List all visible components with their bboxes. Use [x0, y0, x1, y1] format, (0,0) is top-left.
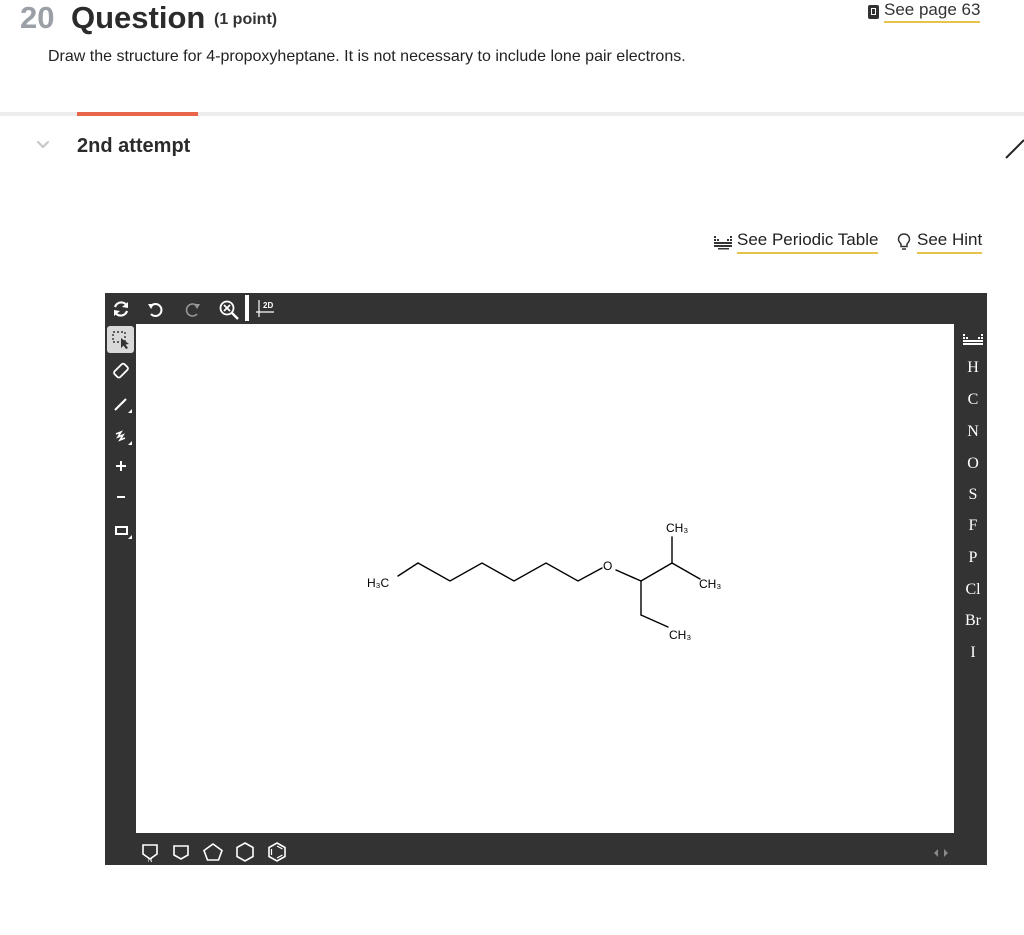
zoom-icon[interactable]	[217, 298, 243, 322]
2d-clean-icon[interactable]: 2D	[254, 297, 278, 321]
lightbulb-icon	[897, 233, 911, 250]
charge-minus-icon[interactable]	[107, 485, 134, 509]
scroll-arrows-icon[interactable]	[930, 845, 952, 861]
heptyl-chain	[417, 562, 603, 582]
undo-icon[interactable]	[144, 298, 166, 320]
bond-icon[interactable]	[107, 390, 134, 417]
select-icon[interactable]	[107, 326, 134, 353]
benzene-ring-icon[interactable]	[265, 841, 289, 863]
book-icon	[868, 4, 879, 19]
chevron-down-icon[interactable]	[36, 138, 50, 152]
element-h-button[interactable]: H	[958, 359, 988, 377]
see-hint-label: See Hint	[917, 230, 983, 254]
element-i-button[interactable]: I	[958, 644, 988, 662]
eraser-icon[interactable]	[107, 358, 134, 385]
template-icon[interactable]: N	[139, 841, 161, 863]
bond	[671, 562, 701, 580]
see-periodic-table-label: See Periodic Table	[737, 230, 879, 254]
rotate-icon[interactable]	[109, 297, 133, 321]
bracket-icon[interactable]	[107, 516, 134, 543]
element-p-button[interactable]: P	[958, 549, 988, 567]
question-points: (1 point)	[214, 11, 278, 28]
charge-plus-icon[interactable]	[107, 454, 134, 478]
hexagon-ring-icon[interactable]	[233, 841, 257, 863]
question-number: 20	[20, 0, 55, 35]
element-cl-button[interactable]: Cl	[958, 581, 988, 599]
toolbar-separator	[245, 295, 249, 321]
question-prompt: Draw the structure for 4-propoxyheptane.…	[48, 48, 686, 65]
svg-text:N: N	[148, 858, 152, 862]
see-page-label: See page 63	[884, 0, 981, 23]
bond	[397, 562, 419, 577]
ch3-right-label: CH₃	[699, 577, 721, 591]
attempt-label: 2nd attempt	[77, 135, 191, 157]
element-f-button[interactable]: F	[958, 517, 988, 535]
ch3-bottom-label: CH₃	[669, 628, 691, 642]
bond	[640, 562, 673, 582]
redo-icon[interactable]	[182, 298, 204, 320]
chain-icon[interactable]	[107, 422, 134, 449]
molecule-structure[interactable]: H₃C O CH₃ CH₃ CH₃	[136, 324, 954, 833]
periodic-table-icon[interactable]	[960, 330, 986, 348]
see-periodic-table-link[interactable]: See Periodic Table	[714, 230, 879, 254]
cyclopentane-ring-icon[interactable]	[170, 841, 192, 863]
pencil-icon[interactable]	[1004, 136, 1024, 160]
periodic-table-icon	[714, 236, 732, 250]
element-o-button[interactable]: O	[958, 455, 988, 473]
attempt-divider-accent	[77, 112, 198, 116]
see-page-link[interactable]: See page 63	[868, 0, 981, 23]
h3c-label: H₃C	[367, 576, 390, 590]
bond	[615, 569, 642, 582]
pentagon-ring-icon[interactable]	[201, 841, 225, 863]
question-title: Question	[71, 0, 206, 35]
2d-badge: 2D	[263, 301, 273, 310]
ch3-top-label: CH₃	[666, 521, 688, 535]
oxygen-label: O	[603, 559, 612, 573]
element-n-button[interactable]: N	[958, 423, 988, 441]
bond	[640, 614, 669, 628]
element-c-button[interactable]: C	[958, 391, 988, 409]
element-br-button[interactable]: Br	[958, 612, 988, 630]
element-s-button[interactable]: S	[958, 486, 988, 504]
see-hint-link[interactable]: See Hint	[897, 230, 983, 254]
